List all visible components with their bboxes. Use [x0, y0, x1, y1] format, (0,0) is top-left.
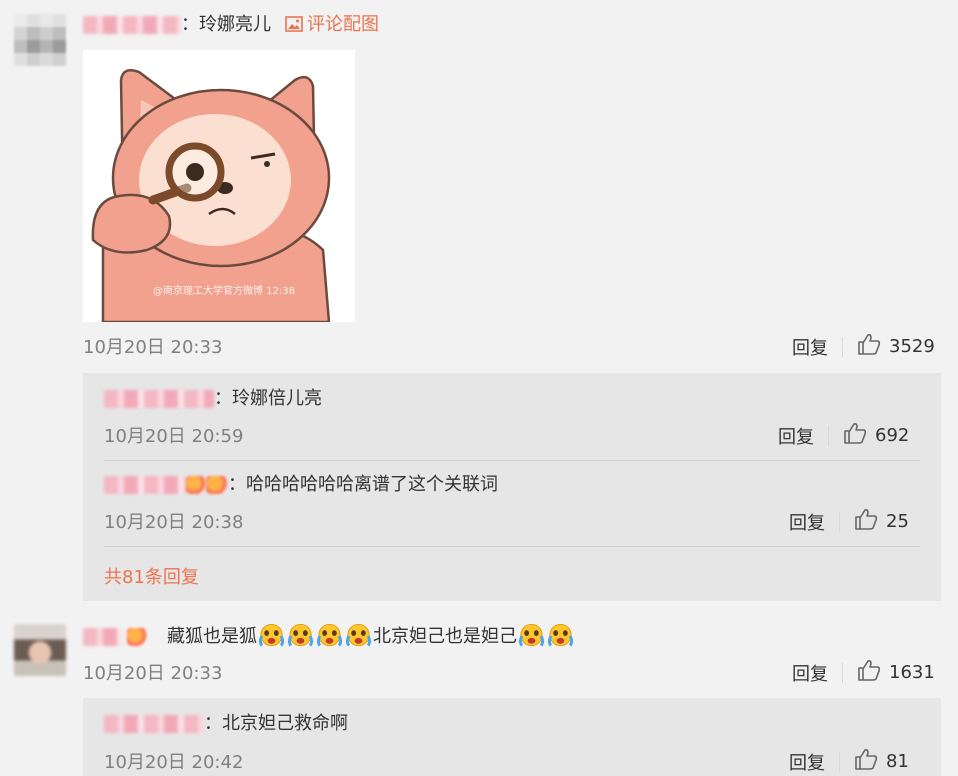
- fox-magnifier-image: @南京理工大学官方微博 12:38: [91, 69, 331, 324]
- reply-username[interactable]: [104, 476, 186, 494]
- image-link-label: 评论配图: [307, 14, 379, 35]
- reply-item: ：北京妲己救命啊: [104, 711, 348, 737]
- comment-time: 10月20日 20:33: [83, 337, 223, 358]
- reply-button[interactable]: 回复: [789, 749, 825, 775]
- comment-actions: 回复 3529: [792, 333, 935, 360]
- divider: [842, 336, 843, 357]
- reply-username[interactable]: [104, 390, 214, 408]
- reply-button[interactable]: 回复: [789, 509, 825, 535]
- like-count: 1631: [889, 662, 935, 683]
- image-icon: [285, 16, 303, 32]
- emoji-icon: [206, 476, 228, 494]
- like-count: 25: [886, 511, 909, 532]
- reply-actions: 回复 25: [789, 508, 909, 535]
- reply-username[interactable]: [104, 715, 204, 733]
- comment-header: ：玲娜亮儿 评论配图: [83, 12, 379, 38]
- comment-header: 藏狐也是狐 北京妲己也是妲己: [83, 622, 575, 650]
- divider: [828, 425, 829, 446]
- crying-emoji-icon: [547, 623, 574, 647]
- reply-item: ：哈哈哈哈哈哈离谱了这个关联词: [104, 472, 498, 498]
- comment-text: 玲娜亮儿: [199, 14, 271, 35]
- reply-button[interactable]: 回复: [792, 334, 828, 360]
- reply-text: 玲娜倍儿亮: [232, 388, 322, 409]
- divider: [104, 546, 920, 547]
- reply-actions: 回复 692: [778, 422, 909, 449]
- divider: [842, 662, 843, 683]
- comment-text: 藏狐也是狐: [167, 626, 257, 647]
- reply-button[interactable]: 回复: [792, 660, 828, 686]
- colon: ：: [228, 474, 246, 495]
- like-count: 81: [886, 751, 909, 772]
- divider: [839, 511, 840, 532]
- divider: [839, 751, 840, 772]
- reply-time: 10月20日 20:38: [104, 512, 244, 533]
- image-watermark: @南京理工大学官方微博 12:38: [153, 284, 295, 297]
- thumbs-up-icon[interactable]: [843, 422, 867, 449]
- thumbs-up-icon[interactable]: [854, 748, 878, 775]
- username[interactable]: [83, 628, 123, 646]
- avatar[interactable]: [14, 624, 66, 676]
- reply-button[interactable]: 回复: [778, 423, 814, 449]
- thumbs-up-icon[interactable]: [857, 659, 881, 686]
- emoji-icon: [127, 628, 147, 646]
- divider: [104, 460, 920, 461]
- comment-actions: 回复 1631: [792, 659, 935, 686]
- crying-emoji-icon: [316, 623, 343, 647]
- reply-text: 哈哈哈哈哈哈离谱了这个关联词: [246, 474, 498, 495]
- colon: ：: [181, 14, 199, 35]
- like-count: 3529: [889, 336, 935, 357]
- comment-image[interactable]: @南京理工大学官方微博 12:38: [83, 50, 355, 324]
- thumbs-up-icon[interactable]: [854, 508, 878, 535]
- username[interactable]: [83, 16, 181, 34]
- crying-emoji-icon: [287, 623, 314, 647]
- more-replies-link[interactable]: 共81条回复: [104, 563, 199, 589]
- comment-time: 10月20日 20:33: [83, 663, 223, 684]
- colon: ：: [214, 388, 232, 409]
- reply-item: ：玲娜倍儿亮: [104, 386, 322, 412]
- comment-image-link[interactable]: 评论配图: [285, 14, 379, 35]
- avatar[interactable]: [14, 14, 66, 66]
- reply-actions: 回复 81: [789, 748, 909, 775]
- crying-emoji-icon: [518, 623, 545, 647]
- crying-emoji-icon: [258, 623, 285, 647]
- thumbs-up-icon[interactable]: [857, 333, 881, 360]
- reply-text: 北京妲己救命啊: [222, 713, 348, 734]
- emoji-icon: [186, 476, 206, 494]
- comment-text: 北京妲己也是妲己: [373, 626, 517, 647]
- colon: ：: [204, 713, 222, 734]
- crying-emoji-icon: [345, 623, 372, 647]
- reply-time: 10月20日 20:42: [104, 752, 244, 773]
- reply-time: 10月20日 20:59: [104, 426, 244, 447]
- like-count: 692: [875, 425, 910, 446]
